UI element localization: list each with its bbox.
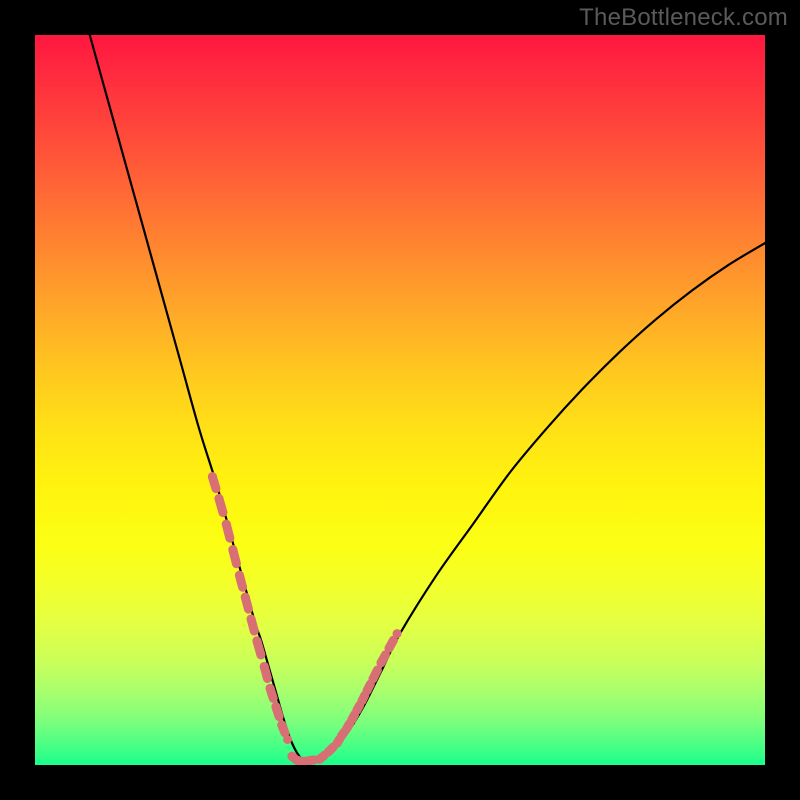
sample-dot: [266, 684, 275, 693]
sample-dot: [252, 636, 261, 645]
sample-dot: [309, 755, 318, 764]
sample-dot: [208, 472, 217, 481]
sample-dot: [260, 662, 269, 671]
sample-dots-bottom-group: [287, 752, 318, 765]
sample-dot: [222, 520, 231, 529]
sample-dot: [271, 702, 280, 711]
sample-dot: [342, 724, 351, 733]
sample-dot: [241, 593, 250, 602]
sample-dot: [393, 629, 402, 638]
sample-dot: [277, 720, 286, 729]
sample-dot: [363, 686, 372, 695]
sample-dot: [347, 715, 356, 724]
sample-dot: [385, 644, 394, 653]
sample-dot: [247, 615, 256, 624]
sample-dot: [368, 674, 377, 683]
curve-layer: [35, 35, 765, 765]
sample-dot: [358, 696, 367, 705]
sample-dot: [377, 658, 386, 667]
plot-area: [35, 35, 765, 765]
sample-dot: [235, 571, 244, 580]
sample-dot: [283, 735, 292, 744]
sample-dot: [337, 731, 346, 740]
sample-dot: [324, 747, 333, 756]
sample-dots-right-group: [315, 629, 401, 764]
sample-dot: [228, 545, 237, 554]
watermark-label: TheBottleneck.com: [579, 4, 788, 32]
chart-frame: TheBottleneck.com: [0, 0, 800, 800]
sample-dot: [352, 706, 361, 715]
bottleneck-curve-path: [90, 35, 765, 762]
sample-dot: [214, 494, 223, 503]
